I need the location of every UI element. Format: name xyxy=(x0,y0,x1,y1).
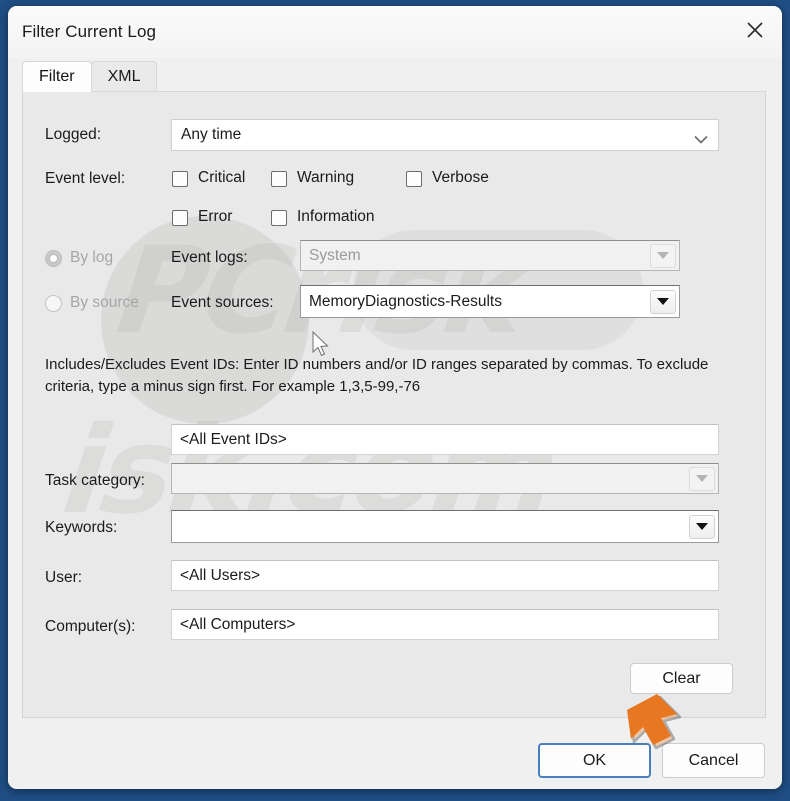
cancel-button[interactable]: Cancel xyxy=(662,743,765,778)
user-input[interactable]: <All Users> xyxy=(171,560,719,591)
dropdown-arrow-icon xyxy=(689,514,715,539)
radio-by-source[interactable] xyxy=(45,295,62,312)
screen: Filter Current Log Filter XML Logged: An… xyxy=(0,0,790,801)
event-ids-help-text: Includes/Excludes Event IDs: Enter ID nu… xyxy=(45,356,709,395)
checkbox-error-label: Error xyxy=(198,208,233,225)
task-category-label: Task category: xyxy=(45,472,145,489)
event-logs-dropdown[interactable]: System xyxy=(300,240,680,271)
logged-value: Any time xyxy=(181,126,242,143)
tab-xml-label: XML xyxy=(107,68,141,85)
event-level-label: Event level: xyxy=(45,170,126,187)
event-sources-value: MemoryDiagnostics-Results xyxy=(309,292,502,310)
computers-label: Computer(s): xyxy=(45,618,136,635)
checkbox-error-box xyxy=(172,210,188,226)
checkbox-verbose-box xyxy=(406,171,422,187)
event-logs-value: System xyxy=(309,246,361,264)
radio-by-log-label: By log xyxy=(70,249,114,266)
user-value: <All Users> xyxy=(180,566,261,584)
checkbox-critical-label: Critical xyxy=(198,169,246,186)
filter-current-log-dialog: Filter Current Log Filter XML Logged: An… xyxy=(8,6,782,789)
dialog-titlebar: Filter Current Log xyxy=(8,6,782,58)
ok-button-label: OK xyxy=(582,751,607,769)
event-sources-label: Event sources: xyxy=(171,294,274,311)
filter-panel: PCrisk isk.com Logged: Any time Event le… xyxy=(22,91,766,718)
checkbox-verbose-label: Verbose xyxy=(432,169,489,186)
task-category-dropdown[interactable] xyxy=(171,463,719,494)
checkbox-information-box xyxy=(271,210,287,226)
dialog-title: Filter Current Log xyxy=(22,22,157,41)
tab-filter[interactable]: Filter xyxy=(22,61,92,92)
dropdown-arrow-icon xyxy=(650,289,676,314)
clear-button[interactable]: Clear xyxy=(630,663,733,694)
tabstrip: Filter XML xyxy=(22,60,158,92)
checkbox-information-label: Information xyxy=(297,208,375,225)
radio-by-source-label: By source xyxy=(70,294,139,311)
event-ids-value: <All Event IDs> xyxy=(180,430,287,448)
keywords-dropdown[interactable] xyxy=(171,510,719,543)
dropdown-arrow-icon xyxy=(689,466,715,491)
dialog-footer: OK Cancel xyxy=(8,718,782,789)
keywords-label: Keywords: xyxy=(45,519,118,536)
checkbox-warning-label: Warning xyxy=(297,169,355,186)
event-sources-dropdown[interactable]: MemoryDiagnostics-Results xyxy=(300,285,680,318)
tab-xml[interactable]: XML xyxy=(90,61,158,92)
computers-value: <All Computers> xyxy=(180,615,296,633)
close-glyph xyxy=(747,22,763,38)
event-logs-label: Event logs: xyxy=(171,249,248,266)
cancel-button-label: Cancel xyxy=(688,751,739,769)
computers-input[interactable]: <All Computers> xyxy=(171,609,719,640)
checkbox-critical-box xyxy=(172,171,188,187)
chevron-down-icon xyxy=(694,131,708,149)
logged-dropdown[interactable]: Any time xyxy=(171,119,719,151)
clear-button-label: Clear xyxy=(662,669,701,687)
ok-button[interactable]: OK xyxy=(538,743,651,778)
dropdown-arrow-icon xyxy=(650,243,676,268)
logged-label: Logged: xyxy=(45,126,102,143)
event-ids-input[interactable]: <All Event IDs> xyxy=(171,424,719,455)
close-icon[interactable] xyxy=(732,8,778,52)
radio-by-log[interactable] xyxy=(45,250,62,267)
checkbox-warning-box xyxy=(271,171,287,187)
tab-filter-label: Filter xyxy=(39,68,75,85)
user-label: User: xyxy=(45,569,83,586)
chevron-glyph xyxy=(694,135,708,144)
